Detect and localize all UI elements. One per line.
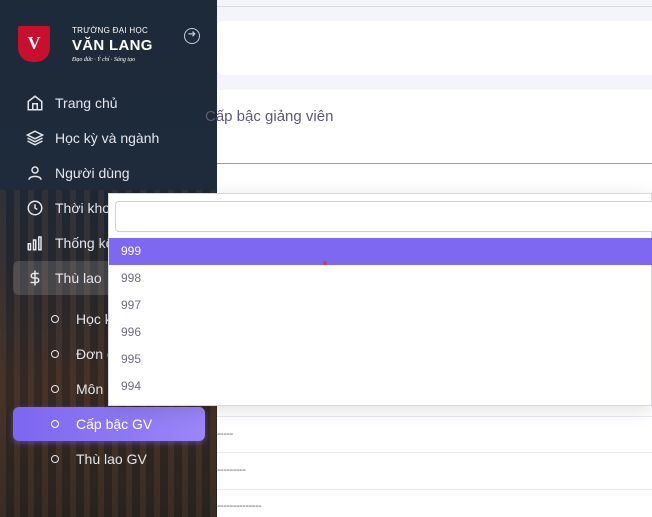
circle-bullet-icon — [51, 420, 59, 428]
rank-dropdown: 999 998 997 996 995 994 — [108, 193, 652, 406]
circle-bullet-icon — [51, 385, 59, 393]
dropdown-search-input[interactable] — [115, 201, 652, 232]
home-icon — [25, 93, 45, 113]
sidebar-item-label: Thống kê — [55, 235, 114, 251]
sidebar-subitem-label: Thù lao GV — [76, 451, 147, 467]
sidebar-item-label: Thù lao — [55, 270, 102, 286]
page-title: Cấp bậc giảng viên — [205, 108, 334, 125]
table-cell: --------- — [217, 464, 246, 476]
sidebar-item-semester-major[interactable]: Học kỳ và ngành — [13, 121, 205, 155]
sidebar-item-label: Trang chủ — [55, 95, 118, 111]
table-row-divider — [217, 452, 652, 453]
dropdown-option[interactable]: 994 — [109, 373, 652, 400]
university-shield-icon — [18, 26, 50, 62]
dropdown-option[interactable]: 996 — [109, 319, 652, 346]
divider — [217, 163, 652, 164]
sidebar-item-label: Học kỳ và ngành — [55, 130, 160, 146]
dropdown-option[interactable]: 998 — [109, 265, 652, 292]
brand-name: VĂN LANG — [72, 37, 153, 54]
brand-slogan: Đạo đức · Ý chí · Sáng tạo — [72, 57, 136, 63]
divider — [217, 6, 652, 7]
table-row-divider — [217, 416, 652, 417]
circle-bullet-icon — [51, 455, 59, 463]
table-cell: ----- — [217, 428, 233, 440]
dollar-icon — [25, 268, 45, 288]
clock-icon — [25, 198, 45, 218]
collapse-sidebar-icon[interactable]: ➜ — [184, 28, 200, 44]
sidebar-subitem-label: Cấp bậc GV — [76, 416, 153, 432]
table-row-divider — [217, 489, 652, 490]
dropdown-option[interactable]: 999 — [109, 238, 652, 265]
sidebar-subitem-lecturer-remuneration[interactable]: Thù lao GV — [13, 442, 205, 476]
header-card — [217, 21, 652, 75]
dropdown-option[interactable]: 995 — [109, 346, 652, 373]
bar-chart-icon — [25, 233, 45, 253]
table-cell: -------------- — [217, 500, 262, 512]
layers-icon — [25, 128, 45, 148]
brand-logo[interactable]: TRƯỜNG ĐẠI HỌC VĂN LANG Đạo đức · Ý chí … — [18, 22, 208, 68]
circle-bullet-icon — [51, 350, 59, 358]
dropdown-option[interactable]: 997 — [109, 292, 652, 319]
sidebar-item-label: Người dùng — [55, 165, 130, 181]
sidebar-subitem-lecturer-rank[interactable]: Cấp bậc GV — [13, 407, 205, 441]
circle-bullet-icon — [51, 315, 59, 323]
brand-top-text: TRƯỜNG ĐẠI HỌC — [72, 26, 149, 35]
user-icon — [25, 163, 45, 183]
sidebar-item-users[interactable]: Người dùng — [13, 156, 205, 190]
sidebar-item-home[interactable]: Trang chủ — [13, 86, 205, 120]
mouse-cursor-marker — [323, 261, 327, 265]
